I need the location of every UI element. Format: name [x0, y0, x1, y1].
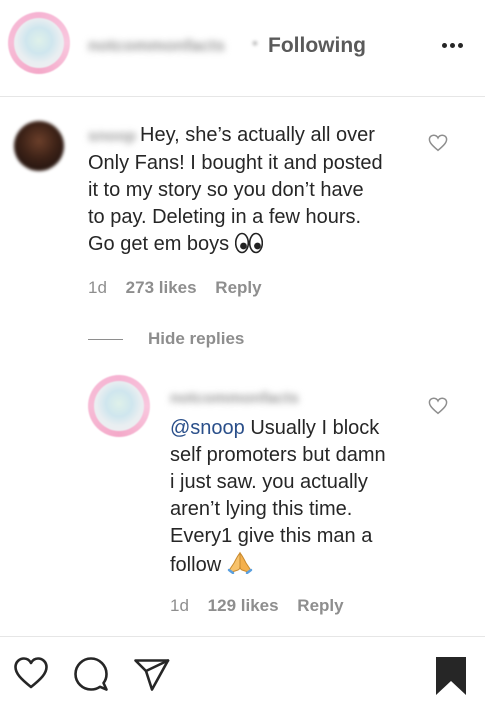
commenter-username[interactable]: snoop: [88, 123, 136, 150]
reply-meta: 1d 129 likes Reply: [170, 596, 344, 616]
comment-likes[interactable]: 273 likes: [126, 278, 197, 297]
eyes-emoji-icon: [234, 232, 263, 254]
reply-time: 1d: [170, 596, 189, 615]
folded-hands-emoji-icon: [227, 551, 252, 574]
comment-line-5: Go get em boys: [88, 233, 230, 255]
reply-text: @snoop Usually I block self promoters bu…: [170, 415, 386, 579]
share-icon[interactable]: [133, 658, 171, 692]
post-header: notcommonfacts • Following: [0, 0, 485, 97]
comment-like-heart-icon[interactable]: [428, 134, 448, 152]
reply-line-1: Usually I block: [244, 417, 380, 439]
reply-line-6: follow: [170, 554, 222, 576]
heart-icon[interactable]: [13, 656, 49, 690]
comment-reply-button[interactable]: Reply: [215, 278, 261, 297]
comment-text: snoop Hey, she’s actually all over Only F…: [88, 122, 383, 258]
account-avatar[interactable]: [8, 12, 70, 74]
reply-mention-link[interactable]: @snoop: [170, 417, 245, 439]
comment-line-4: to pay. Deleting in a few hours.: [88, 206, 362, 228]
reply-likes[interactable]: 129 likes: [208, 596, 279, 615]
account-avatar-image: [14, 18, 64, 68]
reply-avatar[interactable]: [88, 375, 150, 437]
comment-line-2: Only Fans! I bought it and posted: [88, 152, 383, 174]
comment-icon[interactable]: [72, 656, 110, 692]
comment-line-3: it to my story so you don’t have: [88, 179, 364, 201]
comment-line-1: Hey, she’s actually all over: [140, 124, 375, 146]
commenter-avatar[interactable]: [14, 121, 64, 171]
reply-username[interactable]: notcommonfacts: [170, 390, 299, 408]
hide-replies-divider: [88, 339, 123, 340]
reply-line-3: i just saw. you actually: [170, 471, 368, 493]
comment-time: 1d: [88, 278, 107, 297]
bookmark-icon[interactable]: [435, 656, 467, 696]
hide-replies-button[interactable]: Hide replies: [148, 329, 244, 349]
reply-line-5: Every1 give this man a: [170, 525, 373, 547]
comment-meta: 1d 273 likes Reply: [88, 278, 262, 298]
reply-reply-button[interactable]: Reply: [297, 596, 343, 615]
reply-avatar-image: [94, 381, 144, 431]
more-horizontal-icon[interactable]: [440, 42, 466, 50]
reply-line-4: aren’t lying this time.: [170, 498, 353, 520]
account-name[interactable]: notcommonfacts: [88, 36, 225, 56]
header-separator: •: [252, 34, 258, 53]
following-button[interactable]: Following: [268, 34, 366, 58]
action-bar: [0, 636, 485, 705]
reply-like-heart-icon[interactable]: [428, 397, 448, 415]
reply-line-2: self promoters but damn: [170, 444, 386, 466]
